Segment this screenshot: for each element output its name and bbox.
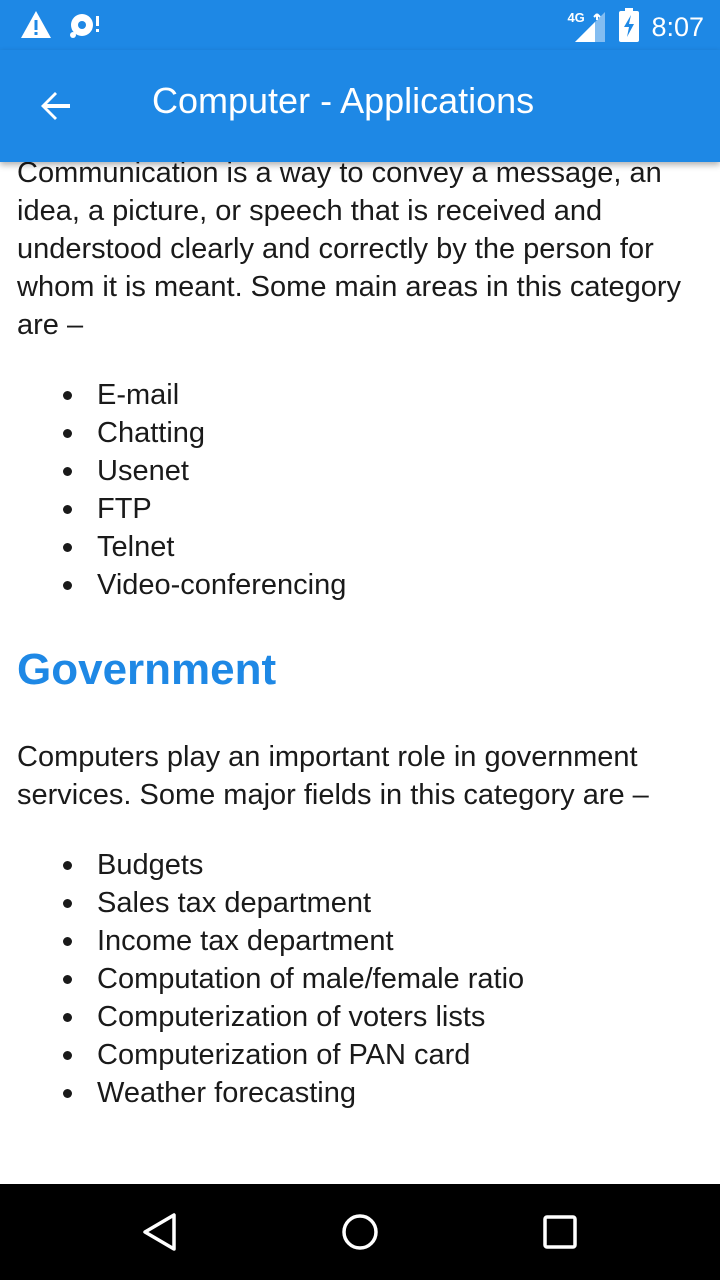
status-left-icons [20,10,102,44]
government-list: Budgets Sales tax department Income tax … [17,846,707,1112]
warning-icon [20,10,52,44]
list-item: Computerization of voters lists [17,998,707,1036]
section-heading-government: Government [17,645,277,694]
article-body: Communication is a way to convey a messa… [17,162,707,1112]
list-item: Chatting [17,414,707,452]
status-bar: 4G 8:07 [0,0,720,50]
list-item: Video-conferencing [17,566,707,604]
list-item: Telnet [17,528,707,566]
battery-charging-icon [619,8,640,46]
communication-paragraph: Communication is a way to convey a messa… [17,162,682,341]
communication-list: E-mail Chatting Usenet FTP Telnet Video-… [17,376,707,604]
list-item: Usenet [17,452,707,490]
list-item: E-mail [17,376,707,414]
clock: 8:07 [651,11,704,42]
home-circle-icon [342,1214,378,1250]
notification-icon [68,10,102,44]
nav-recents-button[interactable] [530,1202,590,1262]
list-item: Budgets [17,846,707,884]
back-triangle-icon [143,1213,176,1251]
list-item: Sales tax department [17,884,707,922]
app-bar: Computer - Applications [0,50,720,162]
list-item: Income tax department [17,922,707,960]
government-paragraph: Computers play an important role in gove… [17,741,649,811]
status-right-icons: 4G 8:07 [567,8,704,46]
nav-home-button[interactable] [330,1202,390,1262]
list-item: Computerization of PAN card [17,1036,707,1074]
nav-back-button[interactable] [130,1202,190,1262]
system-nav-bar [0,1184,720,1280]
signal-icon: 4G [567,10,607,44]
back-button[interactable] [24,74,88,138]
recents-square-icon [543,1215,577,1249]
list-item: Computation of male/female ratio [17,960,707,998]
article-content[interactable]: Communication is a way to convey a messa… [0,162,720,1184]
arrow-back-icon [41,92,70,120]
page-title: Computer - Applications [152,80,535,121]
list-item: Weather forecasting [17,1074,707,1112]
list-item: FTP [17,490,707,528]
